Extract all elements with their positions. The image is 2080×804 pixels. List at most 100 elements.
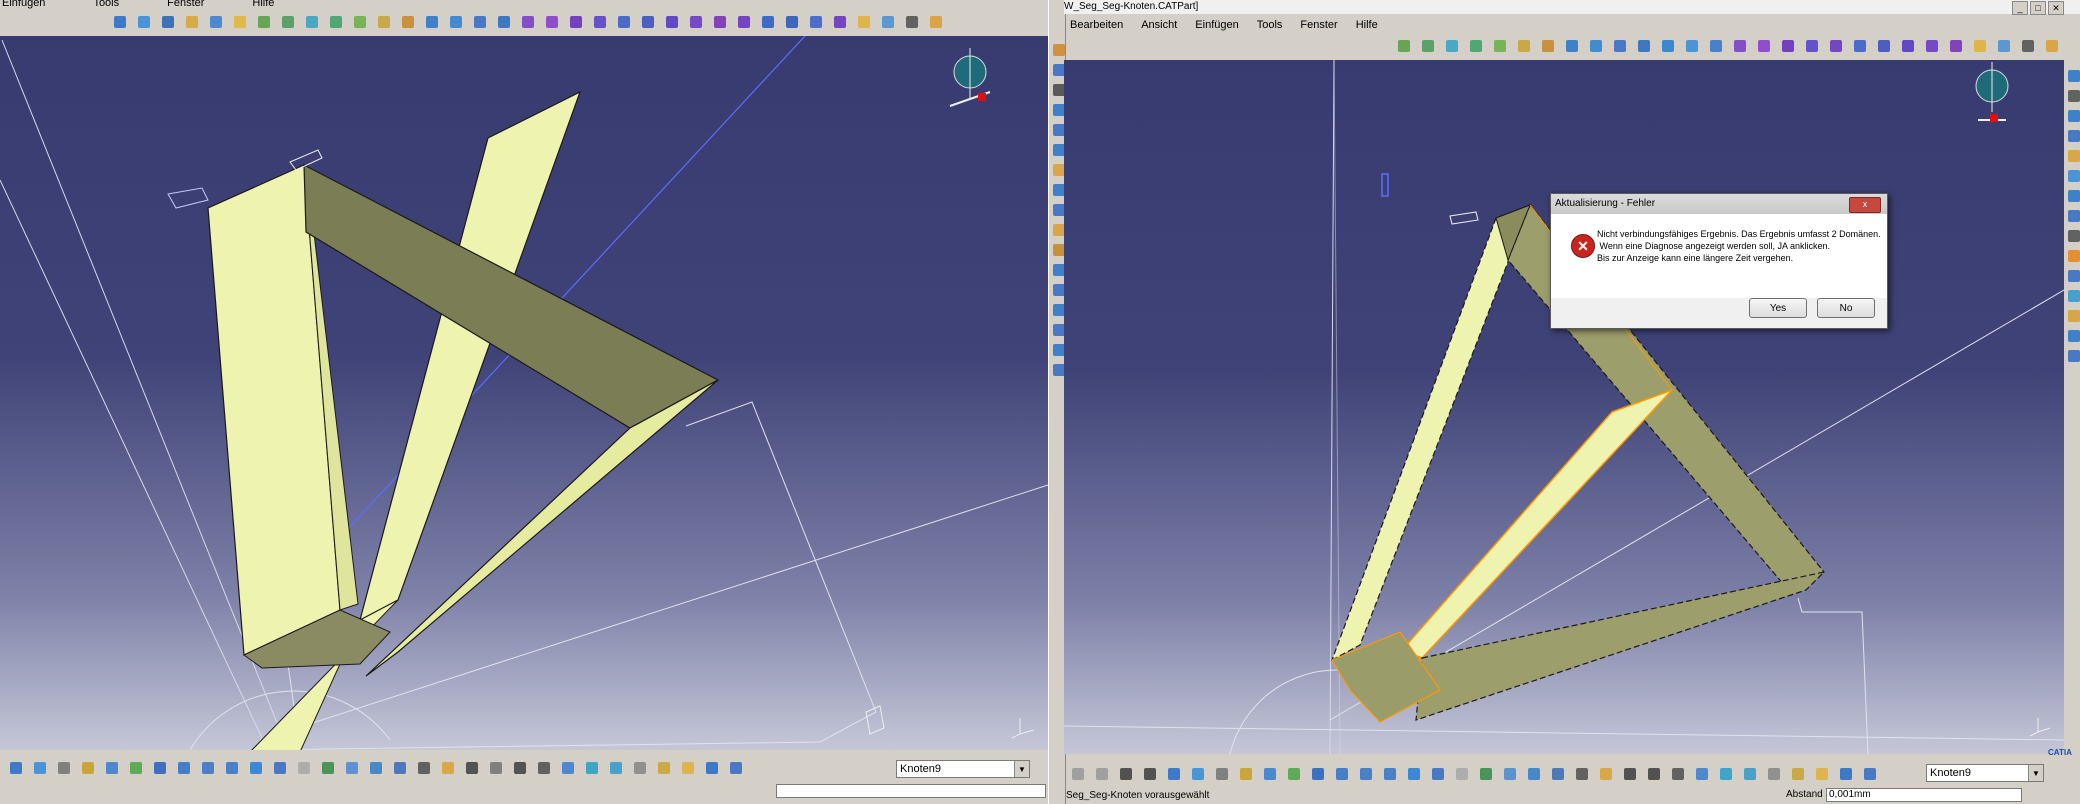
- affinity-icon[interactable]: [1049, 320, 1065, 336]
- swap-visible-icon[interactable]: [1524, 764, 1544, 784]
- menu-ansicht[interactable]: Ansicht: [1141, 19, 1177, 31]
- view-icon[interactable]: [902, 12, 922, 32]
- offset-icon[interactable]: [518, 12, 538, 32]
- loft-icon[interactable]: [1466, 36, 1486, 56]
- rotate-icon[interactable]: [1332, 764, 1352, 784]
- zoom-out-icon[interactable]: [1380, 764, 1400, 784]
- menu-hilfe[interactable]: Hilfe: [252, 0, 274, 9]
- symmetry-icon[interactable]: [1049, 280, 1065, 296]
- measure-icon[interactable]: [1970, 36, 1990, 56]
- pan-icon[interactable]: [150, 758, 170, 778]
- sew-icon[interactable]: [590, 12, 610, 32]
- iso-view-icon[interactable]: [1452, 764, 1472, 784]
- revolve-icon[interactable]: [1418, 36, 1438, 56]
- extrude-icon[interactable]: [1394, 36, 1414, 56]
- point-icon[interactable]: [2064, 106, 2080, 122]
- close-surface-icon[interactable]: [566, 12, 586, 32]
- menu-hilfe[interactable]: Hilfe: [1356, 19, 1378, 31]
- translate-icon[interactable]: [1049, 260, 1065, 276]
- shaft-icon[interactable]: [1898, 36, 1918, 56]
- right-compass-icon[interactable]: [1975, 62, 2009, 122]
- loft-icon[interactable]: [326, 12, 346, 32]
- analysis-icon[interactable]: [1994, 36, 2014, 56]
- tree-icon[interactable]: [30, 758, 50, 778]
- filter-icon[interactable]: [630, 758, 650, 778]
- corner-icon[interactable]: [1049, 160, 1065, 176]
- hide-show-icon[interactable]: [1500, 764, 1520, 784]
- filter-icon[interactable]: [1764, 764, 1784, 784]
- copy-icon[interactable]: [486, 758, 506, 778]
- formula-icon[interactable]: [1116, 764, 1136, 784]
- tree-icon[interactable]: [2064, 86, 2080, 102]
- cylinder-icon[interactable]: [2064, 166, 2080, 182]
- repetition-icon[interactable]: [1049, 340, 1065, 356]
- printer-icon[interactable]: [1212, 764, 1232, 784]
- fillet-icon[interactable]: [1788, 764, 1808, 784]
- yes-button[interactable]: Yes: [1749, 298, 1807, 318]
- grid-icon[interactable]: [558, 758, 578, 778]
- conic-icon[interactable]: [2064, 226, 2080, 242]
- table-icon[interactable]: [6, 758, 26, 778]
- measure-item-icon[interactable]: [438, 758, 458, 778]
- axis-icon[interactable]: [1668, 764, 1688, 784]
- normal-view-icon[interactable]: [246, 758, 266, 778]
- select-icon[interactable]: [2064, 66, 2080, 82]
- rotate-icon[interactable]: [174, 758, 194, 778]
- hole-icon[interactable]: [1946, 36, 1966, 56]
- point-icon[interactable]: [1049, 60, 1065, 76]
- zoom-in-icon[interactable]: [198, 758, 218, 778]
- update-icon[interactable]: [1548, 764, 1568, 784]
- measure-item-icon[interactable]: [2064, 306, 2080, 322]
- shading-icon[interactable]: [318, 758, 338, 778]
- boundary-icon[interactable]: [1634, 36, 1654, 56]
- list-icon[interactable]: [702, 758, 722, 778]
- eraser-icon[interactable]: [1860, 764, 1880, 784]
- polyline-icon[interactable]: [1049, 200, 1065, 216]
- material-icon[interactable]: [414, 758, 434, 778]
- grid-icon[interactable]: [1692, 764, 1712, 784]
- wireframe-icon[interactable]: [134, 12, 154, 32]
- line-icon[interactable]: [2064, 126, 2080, 142]
- right-3d-viewport[interactable]: [1064, 60, 2064, 754]
- rotate-icon[interactable]: [1706, 36, 1726, 56]
- pocket-icon[interactable]: [638, 12, 658, 32]
- catalog-icon[interactable]: [1236, 764, 1256, 784]
- circle-icon[interactable]: [2064, 206, 2080, 222]
- trim-icon[interactable]: [470, 12, 490, 32]
- tree-icon[interactable]: [1188, 764, 1208, 784]
- menu-tools[interactable]: Tools: [93, 0, 119, 9]
- zoom-out-icon[interactable]: [222, 758, 242, 778]
- curve-icon[interactable]: [158, 12, 178, 32]
- menu-fenster[interactable]: Fenster: [167, 0, 204, 9]
- cube-icon[interactable]: [1049, 220, 1065, 236]
- right-current-object-combo[interactable]: Knoten9 ▼: [1926, 764, 2044, 782]
- snap-icon[interactable]: [2064, 346, 2080, 362]
- sew-icon[interactable]: [1802, 36, 1822, 56]
- offset-icon[interactable]: [1730, 36, 1750, 56]
- fillet-icon[interactable]: [654, 758, 674, 778]
- tools-icon[interactable]: [398, 12, 418, 32]
- groove-icon[interactable]: [686, 12, 706, 32]
- spline-icon[interactable]: [206, 12, 226, 32]
- snap-icon[interactable]: [510, 758, 530, 778]
- fly-icon[interactable]: [1260, 764, 1280, 784]
- close-button[interactable]: ✕: [2048, 1, 2064, 15]
- menu-fenster[interactable]: Fenster: [1300, 19, 1337, 31]
- slot-icon[interactable]: [758, 12, 778, 32]
- cylinder-icon[interactable]: [1716, 764, 1736, 784]
- hide-show-icon[interactable]: [342, 758, 362, 778]
- box-icon[interactable]: [1049, 240, 1065, 256]
- rib-icon[interactable]: [734, 12, 754, 32]
- fit-all-icon[interactable]: [126, 758, 146, 778]
- scale-icon[interactable]: [1049, 300, 1065, 316]
- extract-icon[interactable]: [1049, 360, 1065, 376]
- multi-section-icon[interactable]: [806, 12, 826, 32]
- menu-einfuegen[interactable]: Einfügen: [2, 0, 45, 9]
- multi-view-icon[interactable]: [1428, 764, 1448, 784]
- menu-tools[interactable]: Tools: [1257, 19, 1283, 31]
- normal-view-icon[interactable]: [1404, 764, 1424, 784]
- boundary-icon[interactable]: [494, 12, 514, 32]
- line-icon[interactable]: [1049, 80, 1065, 96]
- printer-icon[interactable]: [54, 758, 74, 778]
- distance-value-field[interactable]: 0,001mm: [1826, 788, 2022, 802]
